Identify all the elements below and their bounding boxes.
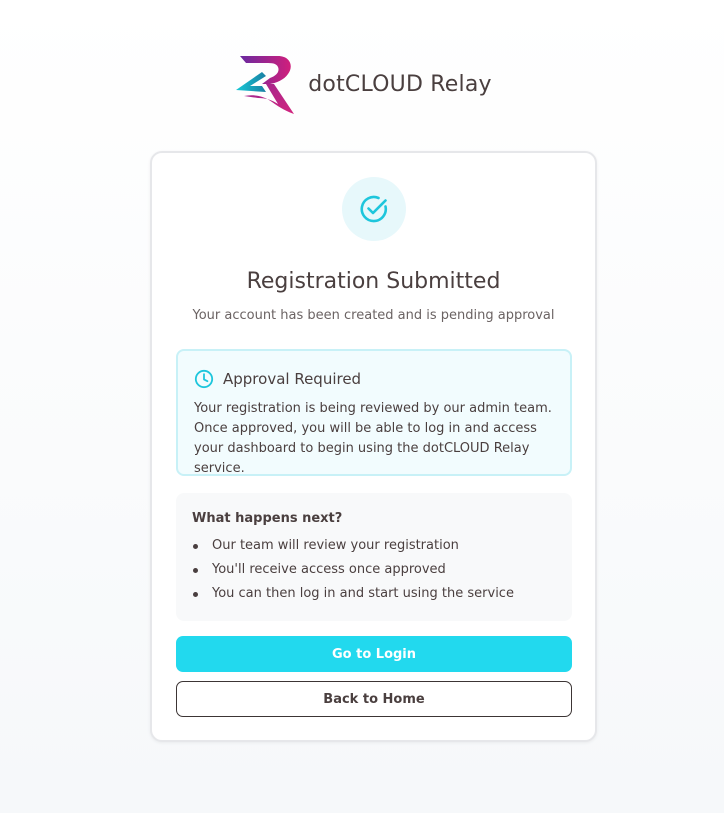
go-to-login-button[interactable]: Go to Login <box>176 636 572 672</box>
next-steps-title: What happens next? <box>192 511 343 526</box>
page-subtitle: Your account has been created and is pen… <box>192 308 555 323</box>
list-item: You'll receive access once approved <box>192 558 556 582</box>
page-title: Registration Submitted <box>246 269 501 294</box>
approval-notice-title: Approval Required <box>223 370 362 388</box>
approval-notice-header: Approval Required <box>194 369 554 389</box>
back-to-home-button[interactable]: Back to Home <box>176 681 572 717</box>
approval-notice: Approval Required Your registration is b… <box>176 349 572 476</box>
brand-header: dotCLOUD Relay <box>0 52 724 116</box>
next-steps-list: Our team will review your registration Y… <box>192 534 556 606</box>
list-item: You can then log in and start using the … <box>192 582 556 606</box>
check-circle-icon <box>360 195 388 223</box>
approval-notice-body: Your registration is being reviewed by o… <box>194 401 552 476</box>
success-badge <box>342 177 406 241</box>
clock-icon <box>194 369 214 389</box>
registration-card: Registration Submitted Your account has … <box>150 151 597 742</box>
registration-submitted-page: dotCLOUD Relay Registration Submitted Yo… <box>0 0 724 813</box>
list-item: Our team will review your registration <box>192 534 556 558</box>
r-logo-icon <box>236 56 295 114</box>
brand-name: dotCLOUD Relay <box>308 71 492 97</box>
next-steps-panel: What happens next? Our team will review … <box>176 493 572 621</box>
